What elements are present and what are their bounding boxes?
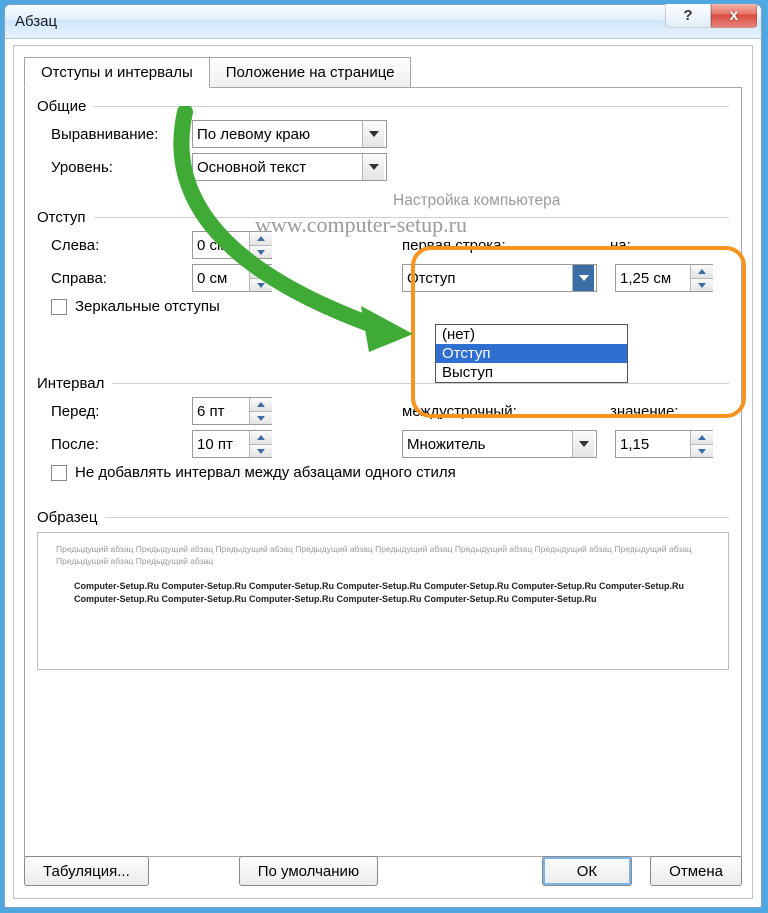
nospace-label: Не добавлять интервал между абзацами одн… bbox=[75, 464, 456, 481]
alignment-combo[interactable]: По левому краю bbox=[192, 120, 387, 148]
spin-down-icon[interactable] bbox=[250, 245, 272, 258]
spin-up-icon[interactable] bbox=[250, 232, 272, 245]
tab-indents[interactable]: Отступы и интервалы bbox=[24, 57, 210, 88]
spin-up-icon[interactable] bbox=[250, 398, 272, 411]
before-label: Перед: bbox=[37, 403, 192, 420]
firstline-option-indent[interactable]: Отступ bbox=[436, 344, 627, 363]
close-button[interactable]: x bbox=[711, 4, 757, 28]
right-label: Справа: bbox=[37, 270, 192, 287]
paragraph-dialog: Абзац ? x Отступы и интервалы Положение … bbox=[4, 4, 762, 908]
ok-button[interactable]: ОК bbox=[542, 856, 632, 886]
after-spinner[interactable]: 10 пт bbox=[192, 430, 272, 458]
spin-down-icon[interactable] bbox=[250, 411, 272, 424]
firstline-combo[interactable]: Отступ bbox=[402, 264, 597, 292]
right-spinner[interactable]: 0 см bbox=[192, 264, 272, 292]
tabs-button[interactable]: Табуляция... bbox=[24, 856, 149, 886]
alignment-label: Выравнивание: bbox=[37, 126, 192, 143]
outline-label: Уровень: bbox=[37, 159, 192, 176]
by-label: на: bbox=[610, 237, 631, 254]
tab-content: Общие Выравнивание: По левому краю Урове… bbox=[24, 87, 742, 857]
close-icon: x bbox=[730, 7, 739, 25]
section-spacing: Интервал bbox=[37, 375, 104, 392]
section-preview: Образец bbox=[37, 509, 97, 526]
value-spinner[interactable]: 1,15 bbox=[615, 430, 713, 458]
chevron-down-icon[interactable] bbox=[362, 154, 384, 180]
spin-down-icon[interactable] bbox=[691, 444, 713, 457]
value-label: значение: bbox=[610, 403, 679, 420]
default-button[interactable]: По умолчанию bbox=[239, 856, 378, 886]
firstline-label: первая строка: bbox=[402, 237, 610, 254]
linespacing-label: междустрочный: bbox=[402, 403, 610, 420]
spin-up-icon[interactable] bbox=[250, 265, 272, 278]
firstline-option-none[interactable]: (нет) bbox=[436, 325, 627, 344]
client-area: Отступы и интервалы Положение на страниц… bbox=[13, 45, 753, 899]
section-general: Общие bbox=[37, 98, 86, 115]
outline-combo[interactable]: Основной текст bbox=[192, 153, 387, 181]
chevron-down-icon[interactable] bbox=[362, 121, 384, 147]
spin-down-icon[interactable] bbox=[250, 444, 272, 457]
mirror-label: Зеркальные отступы bbox=[75, 298, 220, 315]
help-icon: ? bbox=[683, 7, 692, 24]
help-button[interactable]: ? bbox=[665, 4, 711, 28]
chevron-down-icon[interactable] bbox=[572, 431, 594, 457]
tab-position[interactable]: Положение на странице bbox=[210, 57, 412, 88]
spin-up-icon[interactable] bbox=[691, 431, 713, 444]
after-label: После: bbox=[37, 436, 192, 453]
cancel-button[interactable]: Отмена bbox=[650, 856, 742, 886]
chevron-down-icon[interactable] bbox=[572, 265, 594, 291]
by-spinner[interactable]: 1,25 см bbox=[615, 264, 713, 292]
window-title: Абзац bbox=[15, 13, 57, 30]
linespacing-combo[interactable]: Множитель bbox=[402, 430, 597, 458]
spin-up-icon[interactable] bbox=[691, 265, 713, 278]
watermark-line1: Настройка компьютера bbox=[393, 192, 560, 210]
mirror-checkbox[interactable] bbox=[51, 299, 67, 315]
firstline-dropdown[interactable]: (нет) Отступ Выступ bbox=[435, 324, 628, 383]
left-label: Слева: bbox=[37, 237, 192, 254]
spin-up-icon[interactable] bbox=[250, 431, 272, 444]
section-indent: Отступ bbox=[37, 209, 86, 226]
nospace-checkbox[interactable] bbox=[51, 465, 67, 481]
before-spinner[interactable]: 6 пт bbox=[192, 397, 272, 425]
firstline-option-hanging[interactable]: Выступ bbox=[436, 363, 627, 382]
left-spinner[interactable]: 0 см bbox=[192, 231, 272, 259]
titlebar[interactable]: Абзац ? x bbox=[5, 5, 761, 39]
spin-down-icon[interactable] bbox=[691, 278, 713, 291]
preview-box: Предыдущий абзац Предыдущий абзац Предыд… bbox=[37, 532, 729, 670]
spin-down-icon[interactable] bbox=[250, 278, 272, 291]
